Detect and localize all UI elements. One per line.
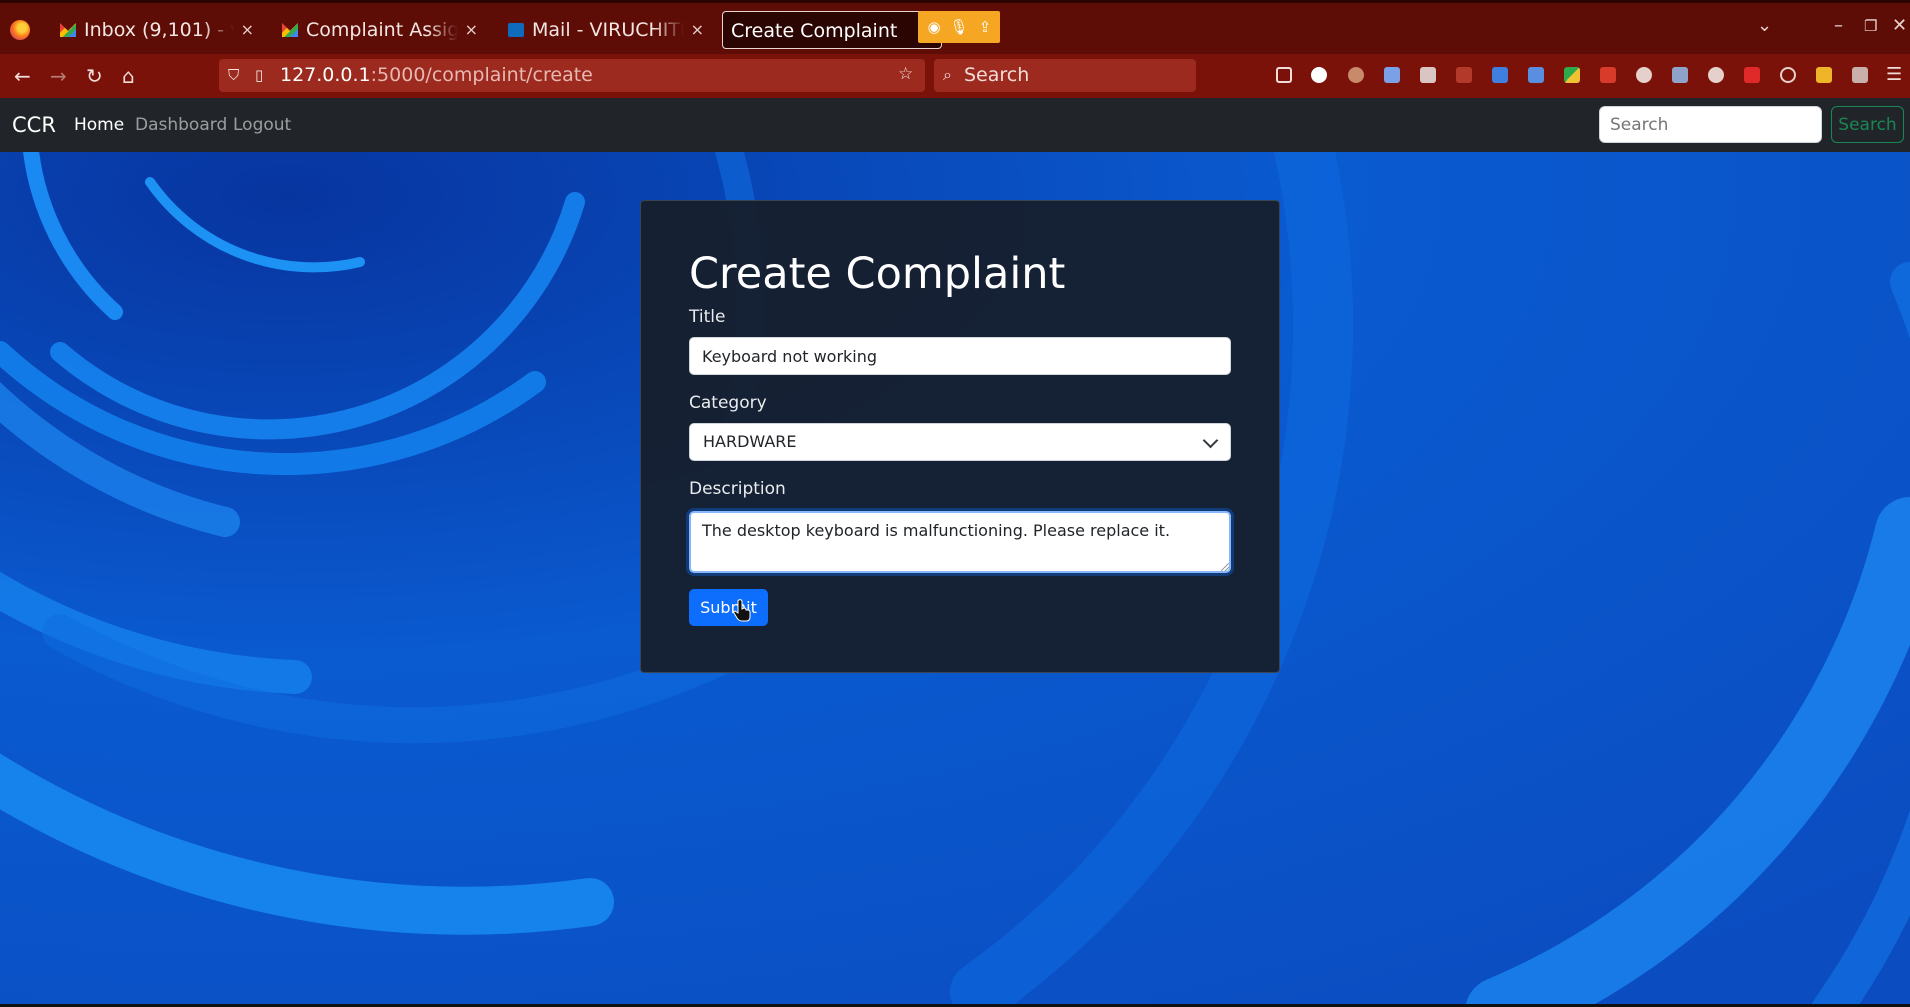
browser-search-placeholder: Search xyxy=(964,64,1030,86)
search-icon: ⌕ xyxy=(943,65,952,84)
tab-title: Inbox (9,101) - viruc xyxy=(84,19,234,41)
home-icon[interactable]: ⌂ xyxy=(122,64,135,88)
app-search-button[interactable]: Search xyxy=(1831,106,1904,143)
address-bar[interactable]: ⛉ ▯ 127.0.0.1:5000/complaint/create ☆ xyxy=(219,59,925,92)
description-textarea[interactable]: The desktop keyboard is malfunctioning. … xyxy=(686,508,1234,576)
cookie-icon[interactable] xyxy=(1348,67,1364,83)
nav-logout[interactable]: Logout xyxy=(233,98,291,152)
bookmark-star-icon[interactable]: ☆ xyxy=(898,64,913,84)
shield-icon[interactable]: ⛉ xyxy=(228,66,239,84)
box-icon[interactable] xyxy=(1420,67,1436,83)
tab-inbox[interactable]: Inbox (9,101) - viruc × xyxy=(50,11,260,49)
list-tabs-icon[interactable]: ⌄ xyxy=(1757,15,1772,36)
tab-title: Create Complaint xyxy=(731,20,898,42)
page-icon[interactable]: ▯ xyxy=(255,66,263,84)
tab-close-icon[interactable]: × xyxy=(465,11,478,49)
tab-title: Mail - VIRUCHITH G xyxy=(532,19,684,41)
app-navbar: CCR Home Dashboard Logout Search xyxy=(0,98,1910,152)
microphone-icon[interactable]: 🎙 xyxy=(947,15,971,39)
gear-icon[interactable] xyxy=(1636,67,1652,83)
firefox-icon[interactable]: ◉ xyxy=(922,15,946,39)
chevron-down-icon xyxy=(1202,432,1219,449)
browser-search-box[interactable]: ⌕ Search xyxy=(934,59,1196,92)
hamburger-menu-icon[interactable]: ☰ xyxy=(1886,64,1902,85)
forward-icon[interactable]: → xyxy=(50,64,67,88)
restore-icon[interactable]: ❐ xyxy=(1864,17,1877,35)
minimize-icon[interactable]: – xyxy=(1834,15,1843,36)
wand-icon[interactable] xyxy=(1744,67,1760,83)
brand-logo[interactable]: CCR xyxy=(12,98,56,152)
url-path: :5000/complaint/create xyxy=(370,64,593,86)
pocket-icon[interactable] xyxy=(1276,67,1292,83)
theme-extension-icon[interactable] xyxy=(1816,67,1832,83)
submit-button[interactable]: Submit xyxy=(689,589,768,626)
lightbulb-icon[interactable] xyxy=(1708,67,1724,83)
url-host: 127.0.0.1 xyxy=(280,64,371,86)
category-select[interactable]: HARDWARE xyxy=(689,423,1231,461)
reload-icon[interactable]: ↻ xyxy=(86,64,103,88)
category-label: Category xyxy=(689,393,767,413)
nav-dashboard[interactable]: Dashboard xyxy=(135,98,227,152)
counter-extension-icon[interactable] xyxy=(1528,67,1544,83)
description-label: Description xyxy=(689,479,786,499)
tab-close-icon[interactable]: × xyxy=(241,11,254,49)
back-icon[interactable]: ← xyxy=(14,64,31,88)
title-label: Title xyxy=(689,307,726,327)
nav-home[interactable]: Home xyxy=(74,98,124,152)
tab-title: Complaint Assigned xyxy=(306,19,458,41)
app-search-input[interactable] xyxy=(1599,106,1822,143)
pdf-icon[interactable] xyxy=(1600,67,1616,83)
share-icon[interactable]: ⇪ xyxy=(973,15,997,39)
sheets-icon[interactable] xyxy=(1564,67,1580,83)
browser-tab-strip: Inbox (9,101) - viruc × Complaint Assign… xyxy=(0,0,1910,54)
outlook-icon xyxy=(508,23,524,37)
title-input[interactable] xyxy=(689,337,1231,375)
category-selected-value: HARDWARE xyxy=(703,432,797,451)
tab-mail[interactable]: Mail - VIRUCHITH G × xyxy=(498,11,710,49)
ol-extension-icon[interactable] xyxy=(1456,67,1472,83)
tab-close-icon[interactable]: × xyxy=(691,11,704,49)
resize-handle-icon[interactable] xyxy=(1221,563,1229,571)
tab-complaint-assigned[interactable]: Complaint Assigned × xyxy=(272,11,484,49)
vivaldi-extension-icon[interactable] xyxy=(1311,67,1327,83)
circle-extension-icon[interactable] xyxy=(1780,67,1796,83)
browser-toolbar: ← → ↻ ⌂ ⛉ ▯ 127.0.0.1:5000/complaint/cre… xyxy=(0,54,1910,98)
tab-create-complaint[interactable]: Create Complaint xyxy=(722,11,942,49)
notification-extension-icon[interactable] xyxy=(1672,67,1688,83)
wallet-icon[interactable] xyxy=(1852,67,1868,83)
gmail-icon xyxy=(60,23,76,37)
close-window-icon[interactable]: ✕ xyxy=(1892,15,1907,36)
gmail-icon xyxy=(282,23,298,37)
tab-tools-group: ◉ 🎙 ⇪ xyxy=(918,11,1000,43)
url-text[interactable]: 127.0.0.1:5000/complaint/create xyxy=(280,59,593,92)
save-icon[interactable] xyxy=(1492,67,1508,83)
firefox-menu-icon[interactable] xyxy=(10,20,30,40)
page-title: Create Complaint xyxy=(689,249,1066,299)
translate-icon[interactable] xyxy=(1384,67,1400,83)
